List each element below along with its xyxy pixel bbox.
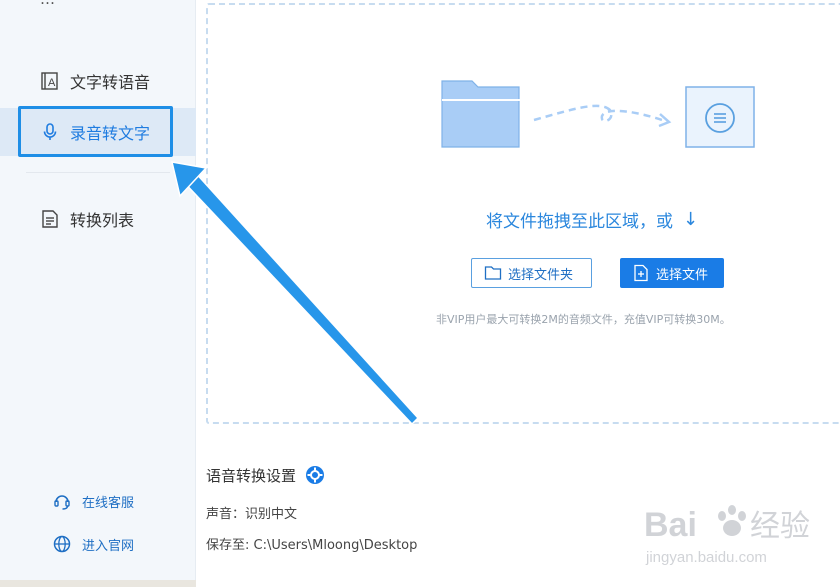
sidebar-item-label: 文字转语音: [70, 73, 151, 92]
select-file-button[interactable]: 选择文件: [620, 258, 724, 288]
svg-text:经验: 经验: [750, 509, 810, 544]
vip-limit-note: 非VIP用户最大可转换2M的音频文件，充值VIP可转换30M。: [436, 313, 731, 326]
voice-setting: 声音：识别中文: [206, 503, 297, 522]
baidu-watermark: Bai 经验 jingyan.baidu.com: [644, 505, 810, 566]
dashed-arrow-icon: [533, 104, 669, 124]
save-path-label: 保存至:: [206, 538, 250, 553]
select-folder-label: 选择文件夹: [508, 267, 574, 283]
paw-icon: [718, 505, 746, 536]
folder-icon: [441, 80, 521, 148]
headset-icon: [52, 491, 72, 511]
voice-settings-title: 语音转换设置: [206, 464, 326, 486]
svg-text:Bai: Bai: [644, 506, 697, 544]
file-add-icon: [632, 264, 650, 282]
official-site-link[interactable]: 进入官网: [52, 534, 134, 554]
sidebar-divider: [26, 172, 170, 173]
save-path-setting: 保存至: C:\Users\Mloong\Desktop: [206, 534, 417, 553]
online-service-label: 在线客服: [82, 495, 135, 511]
convert-file-icon: [685, 86, 755, 148]
gear-icon[interactable]: [304, 464, 326, 486]
save-path-value[interactable]: C:\Users\Mloong\Desktop: [254, 538, 418, 553]
sidebar-item-speech-to-text[interactable]: 录音转文字: [0, 108, 196, 156]
sidebar-top-partial-label: …: [40, 0, 160, 6]
arrow-down-icon: ↓: [683, 209, 699, 230]
official-site-label: 进入官网: [82, 538, 135, 554]
voice-setting-value[interactable]: 识别中文: [245, 507, 297, 522]
drop-prompt: 将文件拖拽至此区域，或 ↓: [486, 207, 698, 232]
sidebar-item-conversion-list[interactable]: 转换列表: [0, 195, 196, 243]
drag-illustration: [441, 80, 755, 148]
sidebar-item-text-to-speech[interactable]: A 文字转语音: [0, 57, 196, 105]
select-folder-button[interactable]: 选择文件夹: [471, 258, 592, 288]
select-file-label: 选择文件: [656, 267, 709, 283]
sidebar: … A 文字转语音 录音转文字 转换列表 在线客服 进入官网: [0, 0, 196, 587]
globe-icon: [52, 534, 72, 554]
microphone-icon: [40, 122, 60, 142]
watermark-url: jingyan.baidu.com: [645, 549, 767, 566]
text-to-speech-icon: A: [40, 71, 60, 91]
voice-settings-title-text: 语音转换设置: [206, 466, 297, 485]
voice-setting-label: 声音：: [206, 507, 246, 522]
online-service-link[interactable]: 在线客服: [52, 491, 134, 511]
bottom-strip: [0, 580, 196, 587]
document-list-icon: [40, 209, 60, 229]
svg-text:A: A: [48, 77, 56, 89]
sidebar-item-label: 录音转文字: [70, 124, 151, 143]
sidebar-item-label: 转换列表: [70, 211, 135, 230]
drop-prompt-text: 将文件拖拽至此区域，或: [486, 212, 673, 232]
folder-outline-icon: [484, 264, 502, 282]
